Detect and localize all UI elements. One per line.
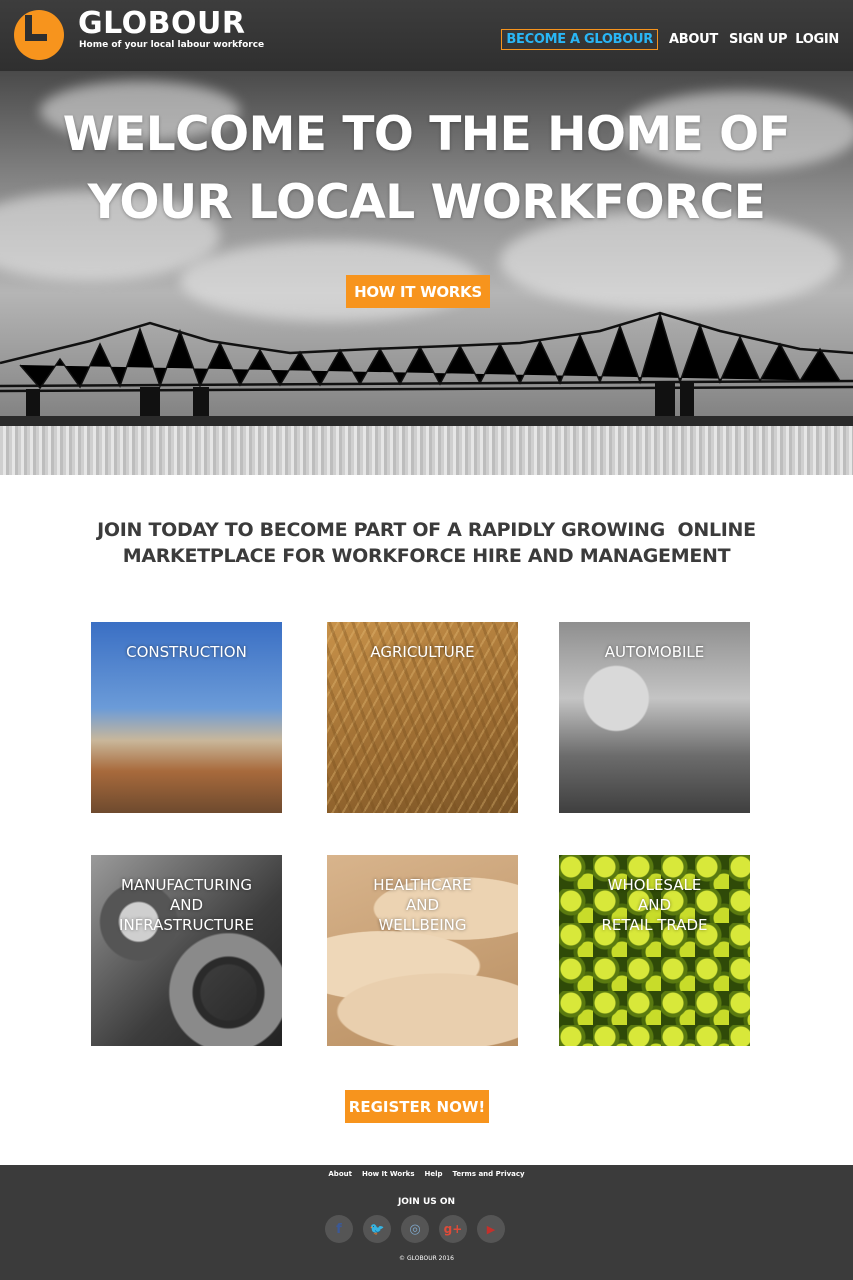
intro-line1: JOIN TODAY TO BECOME PART OF A RAPIDLY G… [97,519,756,541]
category-label: HEALTHCARE AND WELLBEING [327,875,518,935]
category-label-line: AND [405,896,440,914]
category-wholesale[interactable]: WHOLESALE AND RETAIL TRADE [559,855,750,1046]
hero-banner: WELCOME TO THE HOME OF YOUR LOCAL WORKFO… [0,71,853,475]
category-label-line: RETAIL TRADE [601,916,708,934]
category-label-line: WELLBEING [378,916,467,934]
register-now-button[interactable]: REGISTER NOW! [345,1090,489,1123]
twitter-icon[interactable]: 🐦 [363,1215,391,1243]
footer-link-terms[interactable]: Terms and Privacy [453,1170,525,1178]
category-agriculture[interactable]: AGRICULTURE [327,622,518,813]
hero-title-line2: YOUR LOCAL WORKFORCE [87,175,766,230]
google-plus-icon[interactable]: g+ [439,1215,467,1243]
intro-heading: JOIN TODAY TO BECOME PART OF A RAPIDLY G… [60,517,793,569]
site-header: GLOBOUR Home of your local labour workfo… [0,0,853,71]
category-label-line: AGRICULTURE [370,643,475,661]
copyright-text: © GLOBOUR 2016 [399,1255,454,1262]
category-label-line: AND [637,896,672,914]
hero-title: WELCOME TO THE HOME OF YOUR LOCAL WORKFO… [0,101,853,237]
footer-link-about[interactable]: About [328,1170,352,1178]
social-links: f 🐦 ◎ g+ ▶ [325,1215,515,1243]
footer-link-help[interactable]: Help [424,1170,442,1178]
facebook-icon[interactable]: f [325,1215,353,1243]
nav-about[interactable]: ABOUT [669,32,718,47]
category-label-line: AUTOMOBILE [604,643,705,661]
site-footer: About How It Works Help Terms and Privac… [0,1165,853,1280]
brand-tagline: Home of your local labour workforce [79,40,265,50]
nav-sign-up[interactable]: SIGN UP [729,32,788,47]
category-label-line: WHOLESALE [607,876,702,894]
category-automobile[interactable]: AUTOMOBILE [559,622,750,813]
youtube-icon[interactable]: ▶ [477,1215,505,1243]
category-label: AUTOMOBILE [559,642,750,662]
intro-line2: MARKETPLACE FOR WORKFORCE HIRE AND MANAG… [122,545,731,567]
category-label-line: CONSTRUCTION [126,643,247,661]
brand-name[interactable]: GLOBOUR [78,6,246,41]
hero-title-line1: WELCOME TO THE HOME OF [62,107,791,162]
footer-link-how-it-works[interactable]: How It Works [362,1170,415,1178]
category-label: MANUFACTURING AND INFRASTRUCTURE [91,875,282,935]
category-manufacturing[interactable]: MANUFACTURING AND INFRASTRUCTURE [91,855,282,1046]
category-label: WHOLESALE AND RETAIL TRADE [559,875,750,935]
category-label-line: AND [169,896,204,914]
how-it-works-button[interactable]: HOW IT WORKS [346,275,490,308]
main-nav: BECOME A GLOBOUR ABOUT SIGN UP LOGIN [501,29,839,50]
category-label: CONSTRUCTION [91,642,282,662]
footer-links: About How It Works Help Terms and Privac… [0,1170,853,1178]
category-label-line: HEALTHCARE [373,876,472,894]
category-label: AGRICULTURE [327,642,518,662]
globour-logo-icon[interactable] [14,10,64,60]
nav-login[interactable]: LOGIN [795,32,839,47]
instagram-icon[interactable]: ◎ [401,1215,429,1243]
category-construction[interactable]: CONSTRUCTION [91,622,282,813]
category-healthcare[interactable]: HEALTHCARE AND WELLBEING [327,855,518,1046]
join-us-label: JOIN US ON [397,1197,456,1207]
category-label-line: INFRASTRUCTURE [119,916,254,934]
category-label-line: MANUFACTURING [121,876,252,894]
nav-become-a-globour[interactable]: BECOME A GLOBOUR [501,29,659,50]
